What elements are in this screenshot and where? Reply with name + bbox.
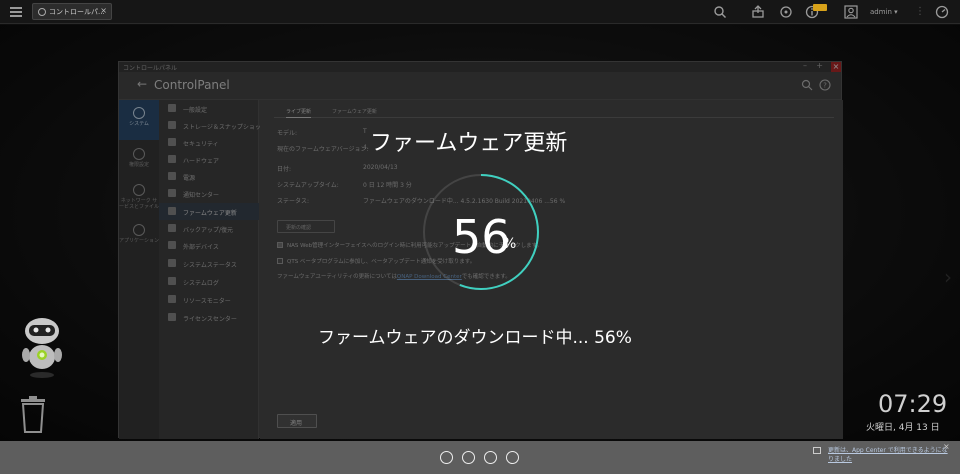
storage-icon[interactable] [484, 451, 497, 464]
close-icon[interactable]: × [100, 6, 107, 15]
sync-icon[interactable] [779, 5, 793, 19]
search-icon[interactable] [713, 5, 727, 19]
app-center-icon[interactable] [440, 451, 453, 464]
close-icon[interactable]: × [943, 442, 950, 451]
dashboard-icon[interactable] [935, 5, 949, 19]
clock-date: 火曜日, 4月 13 日 [866, 423, 940, 433]
progress-status: ファームウェアのダウンロード中... 56% [318, 328, 632, 348]
trash-icon[interactable] [18, 394, 48, 434]
notification-badge [813, 4, 827, 11]
gear-icon [38, 8, 46, 16]
helper-robot-icon[interactable] [14, 313, 70, 381]
taskbar-tab-label: コントロールパ... [49, 8, 105, 16]
bottom-dock: 更新は、App Center で利用できるようになりました × [0, 441, 960, 474]
more-icon[interactable]: ⋮ [913, 5, 927, 19]
app-center-notice[interactable]: 更新は、App Center で利用できるようになりました [828, 446, 948, 464]
taskbar-tab-control-panel[interactable]: コントロールパ... × [32, 3, 112, 20]
progress-percent-unit: % [503, 236, 517, 252]
tools-icon[interactable] [462, 451, 475, 464]
file-station-icon[interactable] [506, 451, 519, 464]
taskbar: コントロールパ... × admin ▾ ⋮ [0, 0, 960, 24]
main-menu-button[interactable] [8, 4, 24, 20]
background-task-icon[interactable] [751, 5, 765, 19]
notice-icon [813, 447, 821, 454]
overlay-title: ファームウェア更新 [370, 131, 568, 156]
progress-percent: 56 [452, 210, 511, 264]
user-icon[interactable] [844, 5, 858, 19]
clock-time: 07:29 [878, 390, 948, 418]
user-menu[interactable]: admin ▾ [870, 8, 898, 16]
